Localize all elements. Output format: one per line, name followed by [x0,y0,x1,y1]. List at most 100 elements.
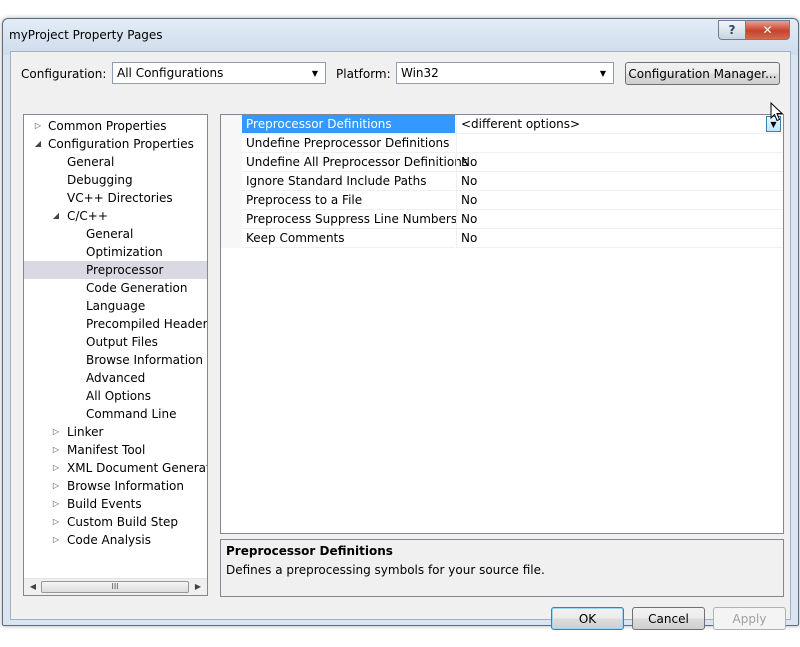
scroll-left-icon[interactable]: ◀ [26,582,40,591]
configuration-manager-button[interactable]: Configuration Manager... [625,62,780,85]
tree-item[interactable]: ▷ Common Properties [24,117,207,135]
property-value[interactable]: No [456,153,783,172]
property-name[interactable]: Keep Comments [242,229,455,248]
tree-item[interactable]: Browse Information [24,351,207,369]
property-value-text: No [461,212,478,226]
tree-item[interactable]: Output Files [24,333,207,351]
tree-item-label: C/C++ [67,209,108,223]
property-value[interactable]: No [456,191,783,210]
collapsed-triangle-icon[interactable]: ▷ [51,513,61,531]
help-button[interactable]: ? [718,20,746,40]
tree-item[interactable]: ▷ Custom Build Step [24,513,207,531]
tree-item[interactable]: ▷ XML Document Generator [24,459,207,477]
description-panel: Preprocessor Definitions Defines a prepr… [220,539,784,597]
property-name[interactable]: Preprocessor Definitions [242,115,455,134]
property-value[interactable]: No [456,229,783,248]
property-row[interactable]: Preprocessor Definitions <different optio… [221,115,783,134]
configuration-value: All Configurations [117,66,224,80]
tree-item-label: Manifest Tool [67,443,146,457]
collapsed-triangle-icon[interactable]: ▷ [51,441,61,459]
tree-item-label: Output Files [86,335,158,349]
scroll-thumb[interactable]: III [41,581,189,593]
collapsed-triangle-icon[interactable]: ▷ [51,423,61,441]
tree-item[interactable]: Preprocessor [24,261,207,279]
tree-item[interactable]: ▷ Code Analysis [24,531,207,549]
tree-item[interactable]: Code Generation [24,279,207,297]
configuration-dropdown[interactable]: All Configurations ▼ [112,62,326,84]
property-name[interactable]: Ignore Standard Include Paths [242,172,455,191]
tree-item-label: Preprocessor [86,263,164,277]
tree-item-label: Browse Information [86,353,203,367]
title-bar: myProject Property Pages ? ✕ [3,19,798,51]
tree-item[interactable]: Language [24,297,207,315]
tree-item[interactable]: ▷ Manifest Tool [24,441,207,459]
close-button[interactable]: ✕ [746,20,790,40]
property-pages-window: myProject Property Pages ? ✕ Configurati… [2,18,799,630]
tree-item[interactable]: General [24,225,207,243]
tree-horizontal-scrollbar[interactable]: ◀ III ▶ [24,578,207,595]
property-value[interactable] [456,134,783,153]
property-row[interactable]: Keep Comments No [221,229,783,248]
tree-item-label: Build Events [67,497,142,511]
row-gutter [221,134,242,153]
property-name[interactable]: Preprocess to a File [242,191,455,210]
row-gutter [221,191,242,210]
property-row[interactable]: Preprocess to a File No [221,191,783,210]
tree-item-label: Advanced [86,371,146,385]
property-name[interactable]: Undefine All Preprocessor Definitions [242,153,468,172]
tree-item[interactable]: General [24,153,207,171]
property-row[interactable]: Preprocess Suppress Line Numbers No [221,210,783,229]
tree-item[interactable]: Precompiled Headers [24,315,207,333]
row-gutter [221,115,242,134]
property-value[interactable]: <different options> ▼ [456,115,783,134]
tree-item[interactable]: ▷ Browse Information [24,477,207,495]
platform-value: Win32 [401,66,439,80]
tree-item-label: Linker [67,425,104,439]
scroll-right-icon[interactable]: ▶ [191,582,205,591]
tree-item[interactable]: Optimization [24,243,207,261]
tree-item-label: Configuration Properties [48,137,194,151]
collapsed-triangle-icon[interactable]: ▷ [51,459,61,477]
tree-item[interactable]: Advanced [24,369,207,387]
window-title: myProject Property Pages [9,28,163,42]
tree-item[interactable]: ◢ Configuration Properties [24,135,207,153]
tree-item-label: Optimization [86,245,163,259]
tree-item[interactable]: Debugging [24,171,207,189]
chevron-down-icon: ▼ [311,68,319,78]
property-row[interactable]: Ignore Standard Include Paths No [221,172,783,191]
tree-item[interactable]: ◢ C/C++ [24,207,207,225]
property-value[interactable]: No [456,172,783,191]
collapsed-triangle-icon[interactable]: ▷ [51,477,61,495]
tree-item-label: Common Properties [48,119,167,133]
tree-item-label: Browse Information [67,479,184,493]
apply-button[interactable]: Apply [713,607,786,630]
property-tree[interactable]: ▷ Common Properties ◢ Configuration Propert… [23,114,208,596]
chevron-down-icon: ▼ [599,68,607,78]
tree-item[interactable]: Command Line [24,405,207,423]
expanded-triangle-icon[interactable]: ◢ [33,135,43,153]
expanded-triangle-icon[interactable]: ◢ [51,207,61,225]
property-name[interactable]: Undefine Preprocessor Definitions [242,134,455,153]
tree-item[interactable]: ▷ Linker [24,423,207,441]
ok-button[interactable]: OK [551,607,624,630]
row-gutter [221,153,242,172]
property-value[interactable]: No [456,210,783,229]
collapsed-triangle-icon[interactable]: ▷ [51,531,61,549]
tree-item-label: XML Document Generator [67,461,208,475]
configuration-label: Configuration: [21,67,107,81]
mouse-cursor-icon [770,102,784,122]
tree-item-label: VC++ Directories [67,191,173,205]
tree-item[interactable]: ▷ Build Events [24,495,207,513]
property-row[interactable]: Undefine All Preprocessor Definitions No [221,153,783,172]
tree-item[interactable]: VC++ Directories [24,189,207,207]
tree-item[interactable]: All Options [24,387,207,405]
cancel-button[interactable]: Cancel [632,607,705,630]
property-name[interactable]: Preprocess Suppress Line Numbers [242,210,457,229]
row-gutter [221,210,242,229]
property-row[interactable]: Undefine Preprocessor Definitions [221,134,783,153]
property-value-text: <different options> [461,117,581,131]
platform-dropdown[interactable]: Win32 ▼ [396,62,614,84]
title-buttons: ? ✕ [718,20,790,40]
collapsed-triangle-icon[interactable]: ▷ [51,495,61,513]
collapsed-triangle-icon[interactable]: ▷ [33,117,43,135]
